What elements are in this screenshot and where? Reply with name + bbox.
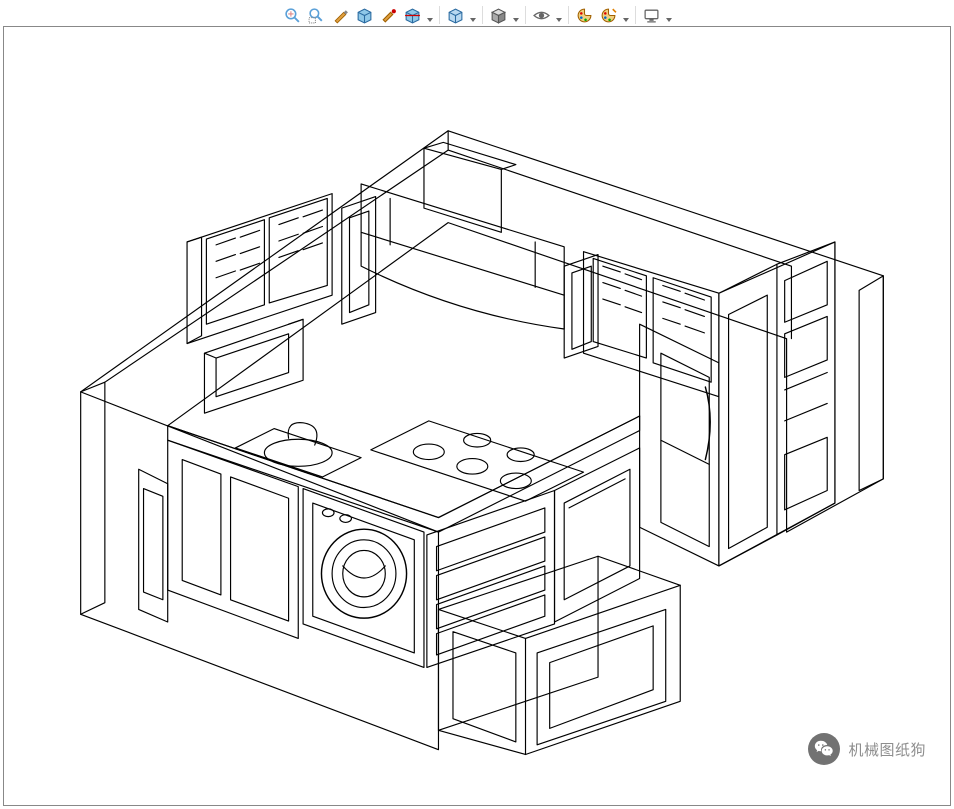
watermark: 机械图纸狗 (808, 733, 926, 765)
paint-icon[interactable] (378, 4, 400, 26)
box-display-icon[interactable] (354, 4, 376, 26)
zoom-fit-icon[interactable] (282, 4, 304, 26)
separator (525, 6, 526, 24)
section-box-icon[interactable] (402, 4, 424, 26)
separator (635, 6, 636, 24)
palette-2-icon[interactable] (598, 4, 620, 26)
top-toolbar (0, 2, 954, 28)
box-view-icon[interactable] (445, 4, 467, 26)
sink (235, 423, 361, 477)
palette-1-icon[interactable] (574, 4, 596, 26)
hood-side-cabinets (342, 197, 598, 358)
eye-icon[interactable] (531, 4, 553, 26)
cooktop (371, 421, 584, 501)
brush-icon[interactable] (330, 4, 352, 26)
upper-cabinets-left (187, 194, 332, 344)
washer (303, 489, 424, 668)
wall-microwave-left (204, 319, 303, 413)
kitchen-wireframe-model (4, 27, 950, 805)
dropdown-5-icon[interactable] (622, 11, 630, 19)
3d-viewport[interactable] (3, 26, 951, 806)
separator (439, 6, 440, 24)
base-cabinets-left (139, 440, 299, 638)
separator (568, 6, 569, 24)
tall-right-stack (639, 242, 834, 566)
zoom-window-icon[interactable] (306, 4, 328, 26)
cube-shaded-icon[interactable] (488, 4, 510, 26)
dropdown-2-icon[interactable] (469, 11, 477, 19)
dropdown-3-icon[interactable] (512, 11, 520, 19)
separator (482, 6, 483, 24)
monitor-icon[interactable] (641, 4, 663, 26)
watermark-text: 机械图纸狗 (848, 739, 926, 760)
dropdown-4-icon[interactable] (555, 11, 563, 19)
upper-cabinets-right (583, 252, 718, 397)
wechat-icon (808, 733, 840, 765)
drawer-stack (427, 491, 555, 668)
room-walls (81, 131, 884, 750)
dropdown-6-icon[interactable] (665, 11, 673, 19)
dropdown-1-icon[interactable] (426, 11, 434, 19)
dishwasher (554, 448, 639, 622)
